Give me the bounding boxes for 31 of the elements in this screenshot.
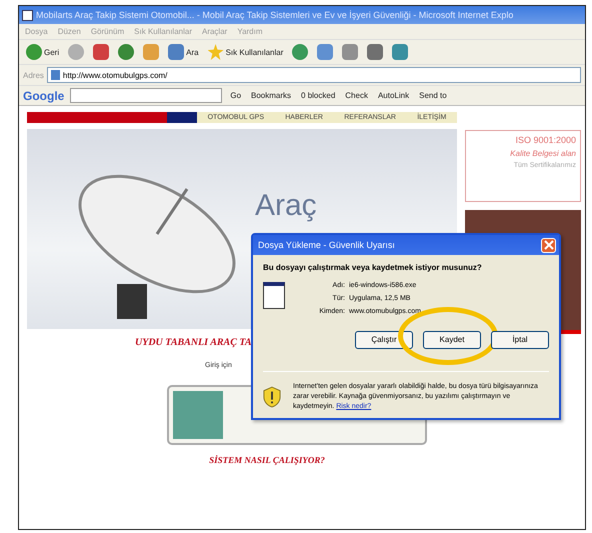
dialog-question: Bu dosyayı çalıştırmak veya kaydetmek istiyor musunuz?: [263, 263, 483, 272]
page-icon: [50, 70, 60, 80]
toolbar-button[interactable]: Send to: [417, 91, 449, 100]
toolbar-button[interactable]: Bookmarks: [249, 91, 294, 100]
hero-title: Araç: [255, 189, 317, 223]
window-title: Mobilarts Araç Takip Sistemi Otomobil... - Mobil Araç Takip Sistemleri ve Ev ve İşyeri Güvenliği - Microsoft Internet Explo: [36, 10, 514, 20]
browser-icon: [22, 10, 33, 20]
warning-shield-icon: [263, 386, 281, 408]
toolbar-button[interactable]: Ara: [165, 43, 202, 61]
toolbar-button[interactable]: Check: [343, 91, 370, 100]
dialog-button[interactable]: İptal: [491, 330, 549, 348]
tagline: UYDU TABANLI ARAÇ TA: [135, 337, 252, 348]
close-icon: [544, 240, 554, 250]
section-heading: SİSTEM NASIL ÇALIŞIYOR?: [209, 455, 325, 465]
address-field[interactable]: http://www.otomubulgps.com/: [46, 67, 581, 83]
image-placeholder: [173, 391, 223, 439]
toolbar-button[interactable]: 0 blocked: [299, 91, 338, 100]
file-icon: [263, 282, 285, 309]
toolbar-button[interactable]: Go: [228, 91, 244, 100]
toolbar-button[interactable]: AutoLink: [376, 91, 412, 100]
ad-title: ISO 9001:2000: [515, 135, 576, 145]
close-button[interactable]: [541, 238, 556, 252]
toolbar-button[interactable]: Geri: [23, 43, 62, 61]
search-field[interactable]: [70, 88, 222, 103]
dialog-button[interactable]: Kaydet: [423, 330, 481, 348]
ad-subtitle: Kalite Belgesi alan: [510, 149, 576, 158]
address-label: Adres: [23, 70, 44, 80]
google-logo: Google: [23, 88, 64, 102]
toolbar-button[interactable]: Sık Kullanılanlar: [204, 43, 286, 61]
dialog-title: Dosya Yükleme - Güvenlik Uyarısı: [258, 240, 395, 250]
dialog-button[interactable]: Çalıştır: [355, 330, 413, 348]
